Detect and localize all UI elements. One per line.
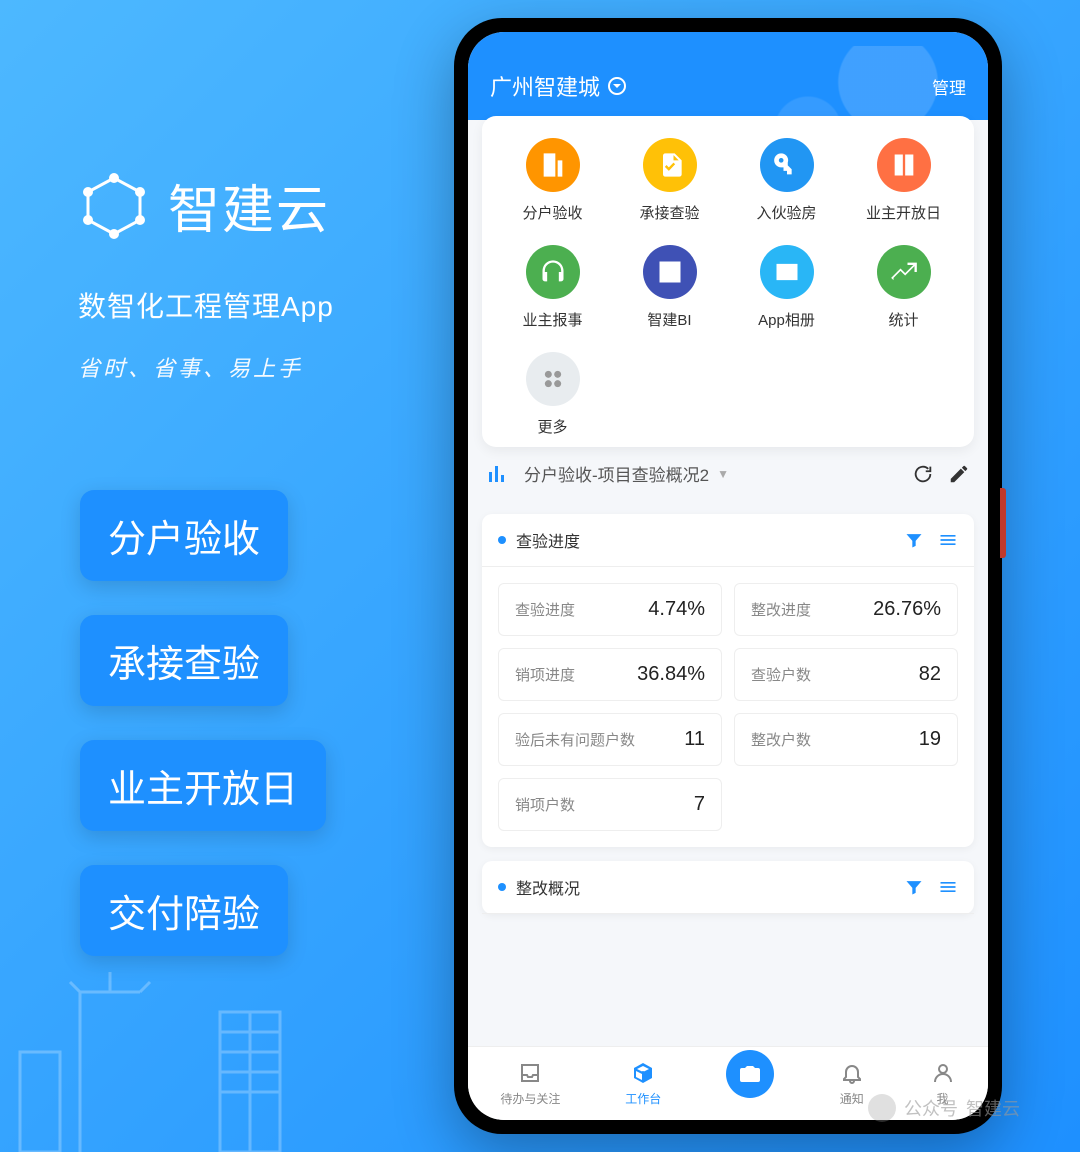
apps-card: 分户验收 承接查验 入伙验房 业主开放日业主报事 智建BI App相册 统计更多 [482, 116, 974, 447]
nav-inbox[interactable]: 待办与关注 [500, 1060, 560, 1107]
tag-1: 分户验收 [80, 490, 288, 581]
nav-workbench[interactable]: 工作台 [625, 1060, 661, 1107]
tag-4: 交付陪验 [80, 865, 288, 956]
menu-icon[interactable] [938, 877, 958, 897]
subtitle: 数智化工程管理App [78, 285, 334, 325]
camera-button[interactable] [726, 1050, 774, 1098]
building-icon [526, 138, 580, 192]
filter-icon[interactable] [904, 877, 924, 897]
app-label: 统计 [888, 309, 918, 330]
app-item-7[interactable]: 统计 [849, 245, 958, 330]
phone-frame: 广州智建城 管理 分户验收 承接查验 入伙验房 业主开放日业主报事 智建BI App相册 统… [454, 18, 1002, 1134]
chart-dropdown[interactable]: 分户验收-项目查验概况2 ▼ [524, 461, 898, 486]
nav-bell[interactable]: 通知 [839, 1060, 865, 1107]
stat-value: 82 [919, 663, 941, 686]
app-label: 业主报事 [522, 309, 582, 330]
app-item-1[interactable]: 承接查验 [615, 138, 724, 223]
bars-icon [486, 462, 510, 486]
app-label: App相册 [758, 309, 815, 330]
rectify-panel: 整改概况 [482, 861, 974, 914]
app-item-0[interactable]: 分户验收 [498, 138, 607, 223]
stat-value: 26.76% [873, 598, 941, 621]
app-label: 智建BI [647, 309, 691, 330]
chart-header: 分户验收-项目查验概况2 ▼ [468, 447, 988, 500]
filter-icon[interactable] [904, 530, 924, 550]
stat-value: 36.84% [637, 663, 705, 686]
bell-icon [839, 1060, 865, 1086]
app-label: 更多 [537, 416, 567, 437]
app-item-8[interactable]: 更多 [498, 352, 607, 437]
inbox-icon [517, 1060, 543, 1086]
promo-block: 智建云 数智化工程管理App 省时、省事、易上手 [78, 168, 334, 383]
project-selector[interactable]: 广州智建城 [490, 70, 626, 102]
stat-label: 销项进度 [515, 664, 575, 685]
app-header: 广州智建城 管理 [468, 56, 988, 120]
app-label: 业主开放日 [866, 202, 941, 223]
panel-title: 整改概况 [516, 875, 580, 899]
stat-label: 验后未有问题户数 [515, 729, 635, 750]
manage-link[interactable]: 管理 [932, 74, 966, 99]
tag-2: 承接查验 [80, 615, 288, 706]
chevron-down-icon [608, 77, 626, 95]
progress-panel: 查验进度 查验进度 4.74% 整改进度 26.76% 销项进度 36.84% 查验户数 82… [482, 514, 974, 847]
headset-icon [526, 245, 580, 299]
chevron-down-icon: ▼ [717, 467, 729, 481]
stat-item: 整改户数 19 [734, 713, 958, 766]
key-icon [760, 138, 814, 192]
bullet-icon [498, 536, 506, 544]
stat-item: 整改进度 26.76% [734, 583, 958, 636]
panel-title: 查验进度 [516, 528, 580, 552]
logo-icon [78, 170, 150, 242]
more-icon [526, 352, 580, 406]
stat-value: 4.74% [648, 598, 705, 621]
stat-label: 查验进度 [515, 599, 575, 620]
workbench-icon [630, 1060, 656, 1086]
trend-icon [877, 245, 931, 299]
slogan: 省时、省事、易上手 [78, 351, 334, 383]
clipboard-icon [643, 138, 697, 192]
stat-item: 销项进度 36.84% [498, 648, 722, 701]
project-title: 广州智建城 [490, 70, 600, 102]
tag-3: 业主开放日 [80, 740, 326, 831]
stat-item: 查验户数 82 [734, 648, 958, 701]
app-label: 分户验收 [522, 202, 582, 223]
stat-item: 销项户数 7 [498, 778, 722, 831]
refresh-icon[interactable] [912, 463, 934, 485]
stat-value: 7 [694, 793, 705, 816]
phone-screen: 广州智建城 管理 分户验收 承接查验 入伙验房 业主开放日业主报事 智建BI App相册 统… [468, 32, 988, 1120]
app-item-5[interactable]: 智建BI [615, 245, 724, 330]
feature-tags: 分户验收 承接查验 业主开放日 交付陪验 [80, 490, 326, 990]
app-item-3[interactable]: 业主开放日 [849, 138, 958, 223]
menu-icon[interactable] [938, 530, 958, 550]
status-bar [468, 32, 988, 56]
wechat-icon [868, 1094, 896, 1122]
stat-value: 11 [684, 728, 705, 751]
stat-item: 验后未有问题户数 11 [498, 713, 722, 766]
stat-value: 19 [919, 728, 941, 751]
stat-label: 查验户数 [751, 664, 811, 685]
app-item-6[interactable]: App相册 [732, 245, 841, 330]
watermark: 公众号 智建云 [868, 1094, 1020, 1122]
user-icon [930, 1060, 956, 1086]
app-item-2[interactable]: 入伙验房 [732, 138, 841, 223]
stat-label: 整改户数 [751, 729, 811, 750]
app-label: 承接查验 [639, 202, 699, 223]
app-item-4[interactable]: 业主报事 [498, 245, 607, 330]
app-label: 入伙验房 [756, 202, 816, 223]
product-name: 智建云 [168, 168, 330, 243]
chart-icon [643, 245, 697, 299]
edit-icon[interactable] [948, 463, 970, 485]
bullet-icon [498, 883, 506, 891]
stat-label: 销项户数 [515, 794, 575, 815]
stat-item: 查验进度 4.74% [498, 583, 722, 636]
image-icon [760, 245, 814, 299]
stat-label: 整改进度 [751, 599, 811, 620]
door-icon [877, 138, 931, 192]
